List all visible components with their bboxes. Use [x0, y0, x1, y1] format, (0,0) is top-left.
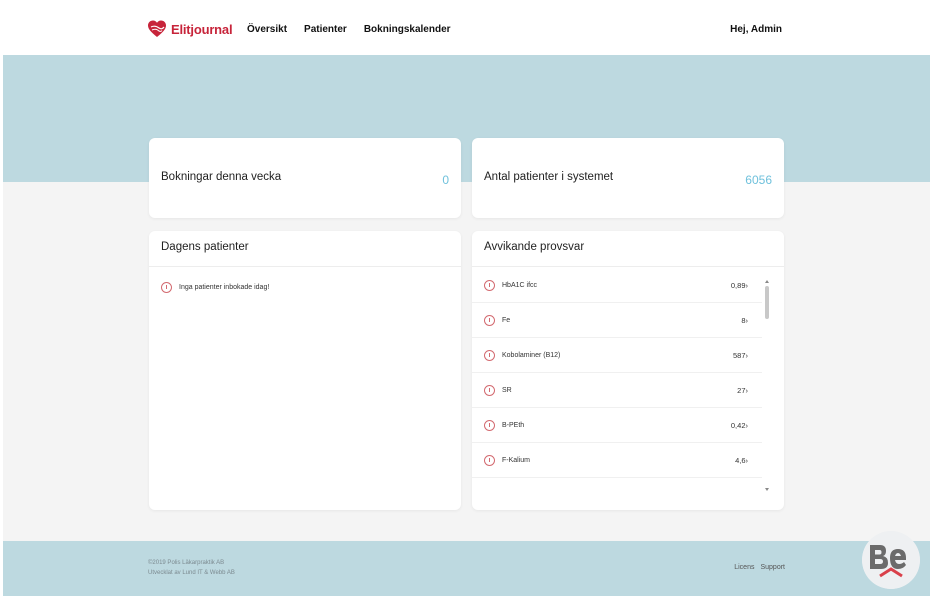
- test-name: F-Kalium: [502, 456, 531, 464]
- alert-circle-icon: [484, 454, 495, 466]
- patients-count-card: Antal patienter i systemet 6056: [472, 138, 784, 218]
- developer-text: Utvecklat av Lund IT & Webb AB: [148, 570, 235, 576]
- alert-circle-icon: [484, 419, 495, 431]
- hero-banner: [3, 55, 930, 182]
- list-item[interactable]: HbA1C ifcc 0,89›: [472, 268, 762, 303]
- deviating-results-list[interactable]: HbA1C ifcc 0,89› Fe 8› Kobolaminer (B12)…: [472, 268, 762, 486]
- patients-count-value: 6056: [745, 173, 772, 187]
- bookings-label: Bokningar denna vecka: [161, 171, 282, 183]
- list-item[interactable]: F-Kalium 4,6›: [472, 443, 762, 478]
- test-value: 4,6›: [735, 455, 748, 465]
- test-value: 587›: [732, 350, 748, 360]
- test-name: HbA1C ifcc: [502, 281, 538, 289]
- copyright-text: ©2019 Polis Läkarpraktik AB: [148, 560, 225, 566]
- todays-patients-card: Dagens patienter Inga patienter inbokade…: [149, 231, 461, 510]
- test-value: 0,89›: [730, 280, 748, 290]
- scroll-up-icon[interactable]: [765, 280, 769, 283]
- scroll-thumb[interactable]: [765, 286, 769, 319]
- list-item[interactable]: Kobolaminer (B12) 587›: [472, 338, 762, 373]
- footer-links: Licens Support: [734, 564, 785, 571]
- test-name: Kobolaminer (B12): [502, 351, 561, 359]
- heart-logo-icon: [148, 20, 166, 37]
- license-link[interactable]: Licens: [734, 564, 754, 571]
- support-link[interactable]: Support: [760, 564, 785, 571]
- footer-credits: ©2019 Polis Läkarpraktik AB Utvecklat av…: [148, 558, 235, 578]
- alert-circle-icon: [484, 314, 495, 326]
- nav-oversikt[interactable]: Översikt: [247, 24, 287, 35]
- be-logo-icon: [862, 531, 920, 589]
- brand-name: Elitjournal: [171, 21, 233, 37]
- deviating-results-title: Avvikande provsvar: [472, 231, 784, 267]
- user-greeting[interactable]: Hej, Admin: [730, 24, 782, 35]
- patients-count-label: Antal patienter i systemet: [484, 171, 614, 183]
- brand-logo[interactable]: Elitjournal: [147, 19, 233, 39]
- test-value: 0,42›: [730, 420, 748, 430]
- alert-circle-icon: [484, 384, 495, 396]
- list-item[interactable]: SR 27›: [472, 373, 762, 408]
- top-navbar: Elitjournal Översikt Patienter Bokningsk…: [0, 0, 933, 55]
- list-item[interactable]: B-PEth 0,42›: [472, 408, 762, 443]
- bookings-value: 0: [442, 173, 449, 187]
- main-nav: Översikt Patienter Bokningskalender: [247, 24, 468, 35]
- list-scrollbar[interactable]: [764, 280, 770, 491]
- footer: ©2019 Polis Läkarpraktik AB Utvecklat av…: [3, 541, 930, 596]
- nav-bokningskalender[interactable]: Bokningskalender: [364, 24, 451, 35]
- empty-state: Inga patienter inbokade idag!: [161, 282, 269, 293]
- list-item[interactable]: Fe 8›: [472, 303, 762, 338]
- empty-message: Inga patienter inbokade idag!: [179, 284, 270, 291]
- scroll-down-icon[interactable]: [765, 488, 769, 491]
- main-background: [3, 182, 930, 541]
- bookings-card: Bokningar denna vecka 0: [149, 138, 461, 218]
- test-name: SR: [502, 386, 512, 394]
- test-value: 8›: [741, 315, 748, 325]
- nav-patienter[interactable]: Patienter: [304, 24, 347, 35]
- alert-circle-icon: [161, 282, 172, 293]
- alert-circle-icon: [484, 279, 495, 291]
- alert-circle-icon: [484, 349, 495, 361]
- test-name: B-PEth: [502, 421, 525, 429]
- todays-patients-title: Dagens patienter: [149, 231, 461, 267]
- test-value: 27›: [737, 385, 748, 395]
- deviating-results-card: Avvikande provsvar HbA1C ifcc 0,89› Fe 8…: [472, 231, 784, 510]
- test-name: Fe: [502, 316, 511, 324]
